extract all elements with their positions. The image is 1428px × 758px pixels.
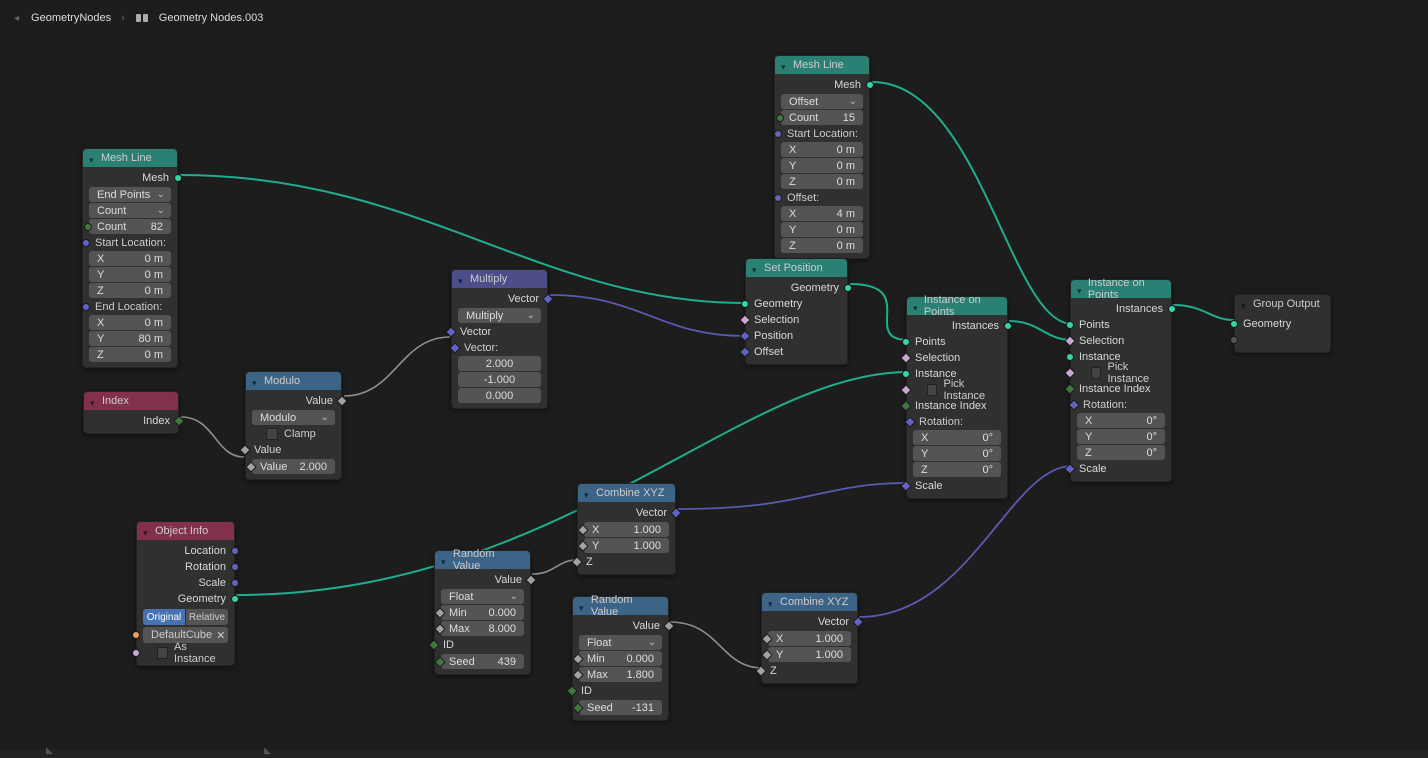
footer-bar <box>0 750 1428 758</box>
clear-icon[interactable]: ✕ <box>216 629 225 642</box>
node-instance-on-points-2[interactable]: Instance on Points Instances Points Sele… <box>1070 279 1172 482</box>
node-combine-xyz-2[interactable]: Combine XYZ Vector X1.000 Y1.000 Z <box>761 592 858 684</box>
node-combine-xyz-1[interactable]: Combine XYZ Vector X1.000 Y1.000 Z <box>577 483 676 575</box>
node-multiply[interactable]: Multiply Vector Multiply Vector Vector: … <box>451 269 548 409</box>
breadcrumb: ◂ GeometryNodes › Geometry Nodes.003 <box>0 0 1428 36</box>
node-set-position[interactable]: Set Position Geometry Geometry Selection… <box>745 258 848 365</box>
socket-count[interactable] <box>84 223 92 231</box>
chevron-icon: ◂ <box>14 13 19 24</box>
node-mesh-line-1[interactable]: Mesh Line Mesh End Points Count Count82 … <box>82 148 178 368</box>
node-title: Mesh Line <box>101 152 152 164</box>
node-instance-on-points-1[interactable]: Instance on Points Instances Points Sele… <box>906 296 1008 499</box>
node-random-value-1[interactable]: Random Value Value Float Min0.000 Max8.0… <box>434 550 531 675</box>
socket-end[interactable] <box>82 303 90 311</box>
node-index[interactable]: Index Index <box>83 391 179 434</box>
node-modulo[interactable]: Modulo Value Modulo Clamp Value Value2.0… <box>245 371 342 480</box>
corner-handle-icon[interactable]: ◣ <box>46 745 53 756</box>
socket-mesh-out[interactable] <box>174 174 182 182</box>
as-instance-check[interactable]: As Instance <box>137 645 234 661</box>
mode-select[interactable]: Offset <box>781 94 863 109</box>
node-object-info[interactable]: Object Info Location Rotation Scale Geom… <box>136 521 235 666</box>
node-group-output[interactable]: Group Output Geometry <box>1234 294 1331 353</box>
clamp-check[interactable]: Clamp <box>246 426 341 442</box>
socket-start[interactable] <box>82 239 90 247</box>
node-random-value-2[interactable]: Random Value Value Float Min0.000 Max1.8… <box>572 596 669 721</box>
mode-select[interactable]: End Points <box>89 187 171 202</box>
breadcrumb-root[interactable]: GeometryNodes <box>31 12 111 24</box>
nodegroup-icon <box>135 11 149 25</box>
corner-handle-icon[interactable]: ◣ <box>264 745 271 756</box>
count-field[interactable]: Count82 <box>89 219 171 234</box>
transform-mode[interactable]: Original Relative <box>143 609 228 625</box>
countmode-select[interactable]: Count <box>89 203 171 218</box>
node-mesh-line-2[interactable]: Mesh Line Mesh Offset Count15 Start Loca… <box>774 55 870 259</box>
breadcrumb-leaf[interactable]: Geometry Nodes.003 <box>159 12 264 24</box>
